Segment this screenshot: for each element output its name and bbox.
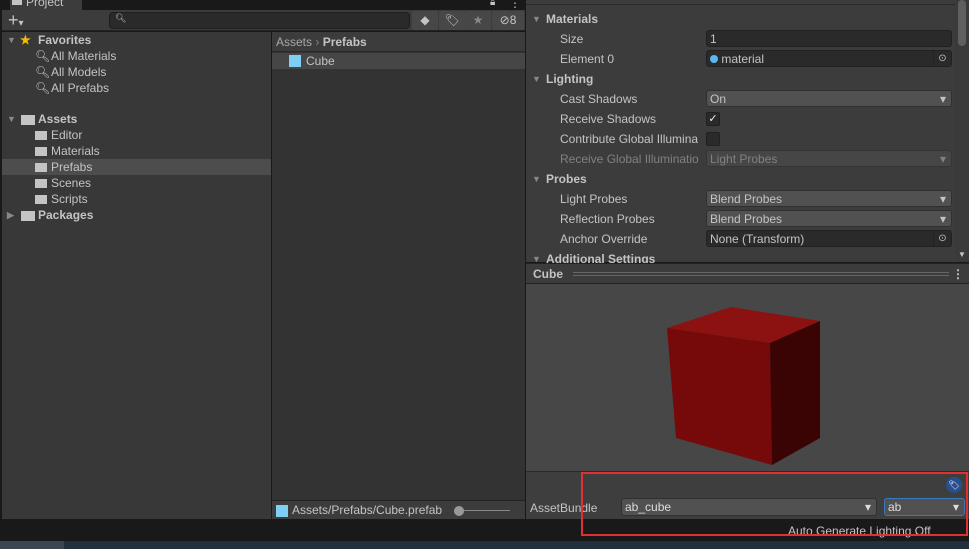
folder-icon bbox=[35, 195, 47, 204]
material-sphere-icon bbox=[710, 55, 718, 63]
folder-icon bbox=[35, 147, 47, 156]
asset-list: Assets › Prefabs Cube bbox=[272, 32, 525, 500]
search-icon: 🔍︎ bbox=[35, 65, 51, 79]
inspector-panel: Materials Size1 Element 0 material⊙ Ligh… bbox=[526, 0, 955, 269]
highlight-box bbox=[581, 472, 968, 536]
preview-header[interactable]: Cube ⋮ bbox=[526, 263, 969, 284]
cast-shadows-dropdown[interactable]: On bbox=[706, 90, 952, 108]
eye-slash-icon: ⊘ bbox=[499, 13, 510, 27]
lock-icon[interactable]: 🔒︎ bbox=[490, 0, 495, 8]
taskbar bbox=[0, 541, 969, 549]
breadcrumb: Assets › Prefabs bbox=[272, 32, 525, 52]
hidden-packages-button[interactable]: ⊘8 bbox=[492, 11, 524, 30]
tree-packages[interactable]: ▶ Packages bbox=[2, 207, 271, 223]
search-icon: 🔍︎ bbox=[35, 49, 51, 63]
receive-shadows-checkbox[interactable]: ✓ bbox=[706, 112, 720, 126]
filter-by-type-button[interactable]: ◆ bbox=[412, 11, 438, 30]
folder-icon bbox=[35, 131, 47, 140]
tree-favorites[interactable]: ▼ ★ Favorites bbox=[2, 32, 271, 48]
size-field[interactable]: 1 bbox=[706, 30, 952, 47]
list-item[interactable]: Cube bbox=[272, 53, 525, 69]
material-object-field[interactable]: material ⊙ bbox=[706, 50, 952, 67]
favorite-star-button[interactable]: ★ bbox=[465, 11, 491, 30]
object-picker-icon[interactable]: ⊙ bbox=[933, 51, 951, 66]
star-icon: ★ bbox=[20, 33, 31, 47]
cube-preview bbox=[667, 307, 820, 465]
materials-foldout[interactable]: Materials bbox=[526, 9, 955, 29]
cube-right-face bbox=[770, 321, 820, 465]
folder-tree: ▼ ★ Favorites 🔍︎ All Materials 🔍︎ All Models… bbox=[2, 32, 271, 519]
reflection-probes-dropdown[interactable]: Blend Probes bbox=[706, 210, 952, 228]
preview-area[interactable] bbox=[526, 284, 969, 471]
light-probes-dropdown[interactable]: Blend Probes bbox=[706, 190, 952, 208]
tree-assets[interactable]: ▼ Assets bbox=[2, 111, 271, 127]
folder-icon bbox=[35, 163, 47, 172]
create-button[interactable]: +▾ bbox=[8, 10, 24, 34]
breadcrumb-assets[interactable]: Assets bbox=[276, 35, 312, 49]
folder-open-icon bbox=[21, 115, 35, 125]
search-icon: 🔍︎ bbox=[35, 81, 51, 95]
more-menu-icon[interactable]: ⋮ bbox=[509, 0, 521, 10]
search-icon: 🔍︎ bbox=[115, 13, 127, 23]
object-picker-icon[interactable]: ⊙ bbox=[933, 231, 951, 246]
status-bar: Assets/Prefabs/Cube.prefab bbox=[272, 500, 525, 519]
tree-item[interactable]: 🔍︎ All Materials bbox=[2, 48, 271, 64]
tree-item-selected[interactable]: Prefabs bbox=[2, 159, 271, 175]
breadcrumb-prefabs[interactable]: Prefabs bbox=[323, 35, 367, 49]
probes-foldout[interactable]: Probes bbox=[526, 169, 955, 189]
anchor-override-field[interactable]: None (Transform) ⊙ bbox=[706, 230, 952, 247]
prefab-cube-icon bbox=[289, 55, 301, 67]
tree-item[interactable]: Materials bbox=[2, 143, 271, 159]
prefab-cube-icon bbox=[276, 505, 288, 517]
tree-item[interactable]: 🔍︎ All Models bbox=[2, 64, 271, 80]
tree-item[interactable]: 🔍︎ All Prefabs bbox=[2, 80, 271, 96]
icon-size-slider[interactable] bbox=[454, 506, 510, 516]
lighting-foldout[interactable]: Lighting bbox=[526, 69, 955, 89]
search-input[interactable]: 🔍︎ bbox=[109, 12, 410, 29]
tree-item[interactable]: Scripts bbox=[2, 191, 271, 207]
contribute-gi-checkbox[interactable] bbox=[706, 132, 720, 146]
inspector-scrollbar[interactable]: ▼ bbox=[955, 0, 969, 262]
folder-icon bbox=[21, 211, 35, 221]
folder-icon bbox=[35, 179, 47, 188]
filter-by-label-button[interactable]: 🏷︎ bbox=[439, 11, 465, 30]
receive-gi-dropdown: Light Probes bbox=[706, 150, 952, 168]
more-menu-icon[interactable]: ⋮ bbox=[952, 264, 964, 284]
cube-front-face bbox=[667, 328, 772, 465]
tree-item[interactable]: Scenes bbox=[2, 175, 271, 191]
project-tab[interactable]: Project bbox=[10, 0, 82, 10]
tree-item[interactable]: Editor bbox=[2, 127, 271, 143]
